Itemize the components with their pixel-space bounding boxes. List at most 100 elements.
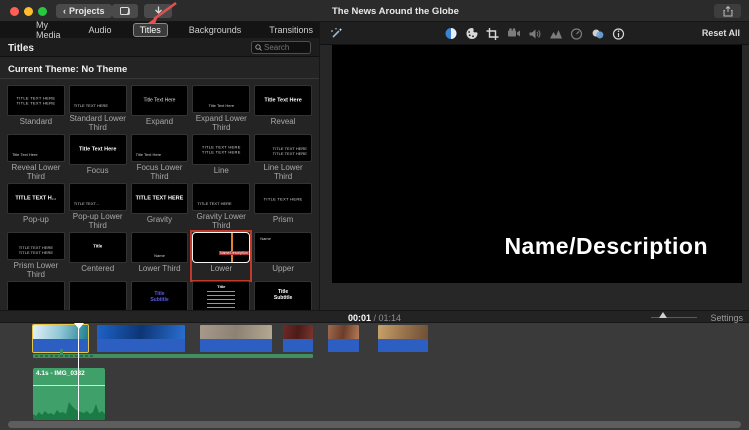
title-thumbnail[interactable]: Name bbox=[254, 232, 312, 263]
title-item-reveal-lower-third[interactable]: Title Text HereReveal Lower Third bbox=[7, 134, 65, 182]
audio-waveform bbox=[33, 396, 105, 420]
title-item-gravity-lower-third[interactable]: TITLE TEXT HEREGravity Lower Third bbox=[192, 183, 250, 231]
projects-back-button[interactable]: ‹ Projects bbox=[56, 4, 112, 18]
title-item-label: Centered bbox=[81, 265, 114, 274]
dark-red-clip[interactable] bbox=[283, 325, 313, 352]
title-thumbnail[interactable]: Title Subtitle bbox=[254, 281, 312, 310]
underwater-clip[interactable] bbox=[97, 325, 185, 352]
title-item-line-lower-third[interactable]: TITLE TEXT HERE TITLE TEXT HERELine Lowe… bbox=[254, 134, 312, 182]
title-thumbnail[interactable]: TITLE TEXT HERE bbox=[69, 85, 127, 113]
auto-enhance-icon[interactable] bbox=[330, 27, 343, 40]
title-item-lower[interactable]: Name/DescriptionLower bbox=[192, 232, 250, 280]
title-item[interactable] bbox=[7, 281, 65, 310]
title-overlay-text[interactable]: Name/Description bbox=[504, 233, 708, 260]
volume-icon[interactable] bbox=[528, 27, 541, 40]
projects-button-label: Projects bbox=[69, 6, 105, 16]
title-thumbnail[interactable]: TITLE TEXT HERE TITLE TEXT HERE bbox=[254, 134, 312, 162]
zoom-window-button[interactable] bbox=[38, 7, 47, 16]
title-item-pop-up-lower-third[interactable]: TITLE TEXT...Pop-up Lower Third bbox=[69, 183, 127, 231]
search-box[interactable] bbox=[251, 41, 311, 54]
sand-clip[interactable] bbox=[200, 325, 272, 352]
title-thumbnail[interactable]: Title Text Here bbox=[131, 134, 189, 162]
color-correction-icon[interactable] bbox=[465, 27, 478, 40]
title-thumbnail[interactable]: Name/Description bbox=[192, 232, 250, 263]
title-item-label: Prism Lower Third bbox=[7, 262, 65, 280]
title-thumbnail[interactable]: TITLE TEXT HERE bbox=[131, 183, 189, 214]
title-thumbnail[interactable]: Title bbox=[69, 232, 127, 263]
speed-icon[interactable] bbox=[570, 27, 583, 40]
tab-transitions[interactable]: Transitions bbox=[262, 23, 320, 37]
title-item-reveal[interactable]: Title Text HereReveal bbox=[254, 85, 312, 133]
background-music-bar[interactable] bbox=[33, 354, 313, 358]
title-thumbnail[interactable]: Title Subtitle bbox=[131, 281, 189, 310]
title-item-pop-up[interactable]: TITLE TEXT H...Pop-up bbox=[7, 183, 65, 231]
title-item-lower-third[interactable]: NameLower Third bbox=[131, 232, 189, 280]
title-item-prism-lower-third[interactable]: TITLE TEXT HERE TITLE TEXT HERE Prism Low… bbox=[7, 232, 65, 280]
credits-lines bbox=[207, 291, 235, 309]
title-preview-text: Title Text Here bbox=[132, 97, 188, 103]
title-item[interactable] bbox=[69, 281, 127, 310]
crop-icon[interactable] bbox=[486, 27, 499, 40]
title-item-gravity[interactable]: TITLE TEXT HEREGravity bbox=[131, 183, 189, 231]
title-thumbnail[interactable]: TITLE TEXT H... bbox=[7, 183, 65, 214]
zoom-slider-thumb[interactable] bbox=[659, 312, 667, 318]
title-thumbnail[interactable] bbox=[7, 281, 65, 310]
title-thumbnail[interactable] bbox=[69, 281, 127, 310]
tab-audio[interactable]: Audio bbox=[82, 23, 119, 37]
title-thumbnail[interactable]: TITLE TEXT HERE TITLE TEXT HERE bbox=[7, 232, 65, 260]
timeline[interactable]: 4.1s - IMG_0332 bbox=[0, 323, 749, 430]
title-item-standard-lower-third[interactable]: TITLE TEXT HEREStandard Lower Third bbox=[69, 85, 127, 133]
title-item-centered[interactable]: Title Centered bbox=[69, 232, 127, 280]
title-thumbnail[interactable]: TITLE TEXT HERE TITLE TEXT HERE bbox=[7, 85, 65, 116]
title-thumbnail[interactable]: Title Text Here bbox=[254, 85, 312, 116]
title-thumbnail[interactable]: TITLE TEXT HERE bbox=[254, 183, 312, 214]
title-preview-text: TITLE TEXT HERE TITLE TEXT HERE bbox=[193, 144, 249, 154]
title-item-standard[interactable]: TITLE TEXT HERE TITLE TEXT HEREStandard bbox=[7, 85, 65, 133]
title-thumbnail[interactable]: Title Text Here bbox=[192, 85, 250, 113]
tab-backgrounds[interactable]: Backgrounds bbox=[182, 23, 249, 37]
effects-icon[interactable] bbox=[591, 27, 604, 40]
audio-clip[interactable]: 4.1s - IMG_0332 bbox=[33, 368, 105, 420]
title-item[interactable]: Title Subtitle bbox=[131, 281, 189, 310]
share-button[interactable] bbox=[714, 4, 741, 18]
beach-clip[interactable] bbox=[33, 325, 88, 352]
title-item-expand-lower-third[interactable]: Title Text HereExpand Lower Third bbox=[192, 85, 250, 133]
tan-clip[interactable] bbox=[378, 325, 428, 352]
title-thumbnail[interactable]: TITLE TEXT HERE bbox=[192, 183, 250, 211]
playhead[interactable] bbox=[78, 323, 79, 420]
title-item-focus-lower-third[interactable]: Title Text HereFocus Lower Third bbox=[131, 134, 189, 182]
stabilization-icon[interactable] bbox=[507, 27, 520, 40]
title-thumbnail[interactable]: Title Text Here bbox=[131, 85, 189, 116]
title-thumbnail[interactable]: Title Text Here bbox=[69, 134, 127, 165]
video-preview[interactable]: Name/Description bbox=[332, 45, 742, 283]
reset-all-button[interactable]: Reset All bbox=[702, 28, 740, 38]
audio-volume-line[interactable] bbox=[33, 385, 105, 386]
timecode-current: 00:01 bbox=[348, 313, 371, 323]
import-media-button[interactable] bbox=[112, 4, 138, 18]
title-item-focus[interactable]: Title Text HereFocus bbox=[69, 134, 127, 182]
title-thumbnail[interactable]: TITLE TEXT... bbox=[69, 183, 127, 211]
title-item-upper[interactable]: NameUpper bbox=[254, 232, 312, 280]
import-button[interactable] bbox=[144, 4, 172, 18]
minimize-window-button[interactable] bbox=[24, 7, 33, 16]
tab-titles[interactable]: Titles bbox=[133, 23, 168, 37]
info-icon[interactable] bbox=[612, 27, 625, 40]
title-item[interactable]: Title bbox=[192, 281, 250, 310]
skin-clip[interactable] bbox=[328, 325, 359, 352]
noise-reduction-icon[interactable] bbox=[549, 27, 562, 40]
title-item[interactable]: Title Subtitle bbox=[254, 281, 312, 310]
title-thumbnail[interactable]: Name bbox=[131, 232, 189, 263]
title-preview-text: Title Text Here bbox=[70, 146, 126, 152]
title-thumbnail[interactable]: Title Text Here bbox=[7, 134, 65, 162]
title-thumbnail[interactable]: TITLE TEXT HERE TITLE TEXT HERE bbox=[192, 134, 250, 165]
title-item-expand[interactable]: Title Text HereExpand bbox=[131, 85, 189, 133]
title-item-prism[interactable]: TITLE TEXT HEREPrism bbox=[254, 183, 312, 231]
title-item-line[interactable]: TITLE TEXT HERE TITLE TEXT HERELine bbox=[192, 134, 250, 182]
timeline-zoom-slider[interactable] bbox=[651, 317, 697, 318]
color-balance-icon[interactable] bbox=[444, 27, 457, 40]
search-input[interactable] bbox=[264, 43, 306, 52]
close-window-button[interactable] bbox=[10, 7, 19, 16]
title-thumbnail[interactable]: Title bbox=[192, 281, 250, 310]
horizontal-scrollbar[interactable] bbox=[8, 421, 741, 428]
timeline-settings-button[interactable]: Settings bbox=[710, 313, 743, 323]
